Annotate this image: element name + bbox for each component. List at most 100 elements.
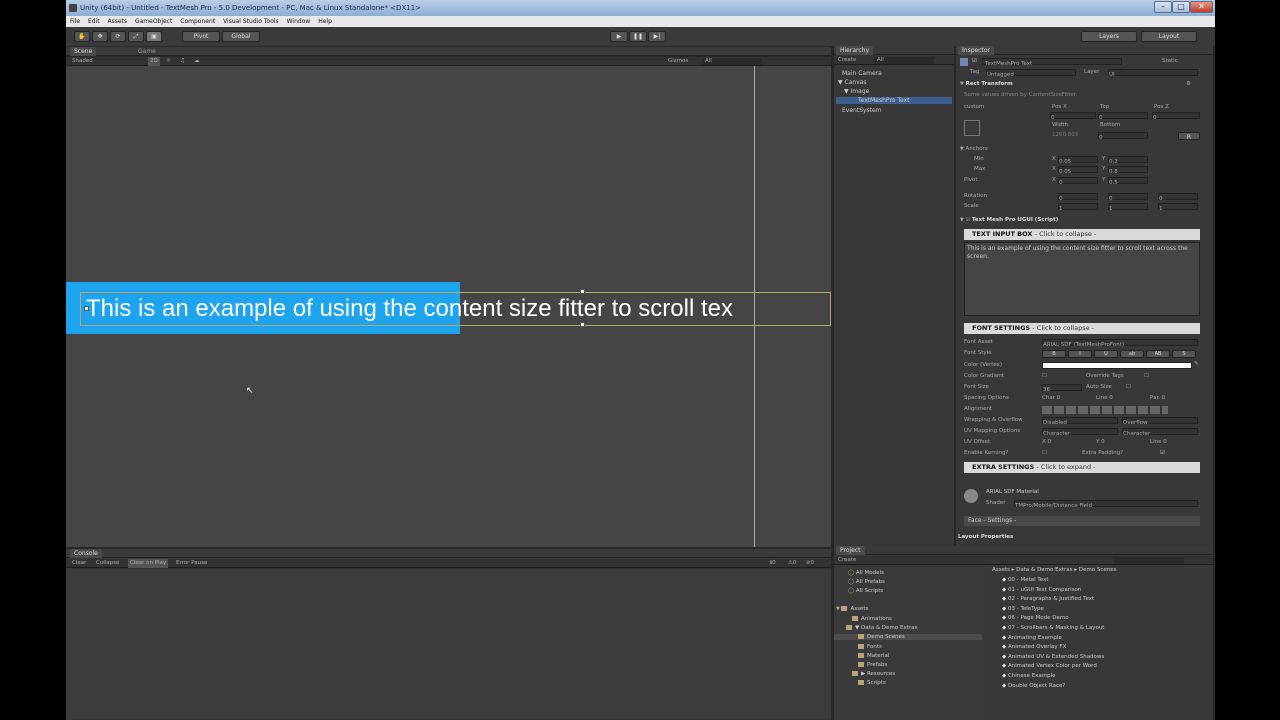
rect-transform-header[interactable]: ▼ Rect Transform bbox=[960, 81, 1013, 87]
hand-tool-icon[interactable]: ✋ bbox=[74, 31, 90, 42]
tab-game[interactable]: Game bbox=[134, 47, 160, 56]
italic-button[interactable]: I bbox=[1068, 350, 1092, 358]
uv-v-dropdown[interactable]: Character bbox=[1122, 428, 1198, 437]
scene-file[interactable]: ◆ 01 - uGUI Text Comparison bbox=[1002, 587, 1104, 597]
menu-component[interactable]: Component bbox=[180, 18, 215, 25]
layers-dropdown[interactable]: Layers bbox=[1081, 31, 1137, 42]
tree-item-selected[interactable]: Demo Scenes bbox=[834, 634, 982, 640]
hierarchy-item[interactable]: ▼ Canvas bbox=[838, 79, 867, 86]
rect-handle-bottom[interactable] bbox=[580, 322, 585, 327]
extra-settings-section[interactable]: EXTRA SETTINGS - Click to expand - bbox=[964, 462, 1200, 473]
scene-file[interactable]: ◆ Animated Vertex Color per Word bbox=[1002, 663, 1104, 673]
scene-file[interactable]: ◆ Animated UV & Extended Shadows bbox=[1002, 654, 1104, 664]
active-checkbox[interactable]: ☑ bbox=[972, 58, 977, 64]
scene-file[interactable]: ◆ 00 - Metal Text bbox=[1002, 577, 1104, 587]
tab-scene[interactable]: Scene bbox=[70, 47, 97, 56]
menu-vs-tools[interactable]: Visual Studio Tools bbox=[223, 18, 279, 25]
hierarchy-item[interactable]: ▼ Image bbox=[844, 88, 869, 95]
global-toggle[interactable]: Global bbox=[222, 31, 260, 42]
min-y-field[interactable]: 0.2 bbox=[1108, 156, 1148, 165]
layer-dropdown[interactable]: UI bbox=[1108, 69, 1198, 78]
layout-properties-header[interactable]: Layout Properties bbox=[958, 534, 1013, 540]
gradient-checkbox[interactable]: ☐ bbox=[1042, 373, 1047, 379]
bottom-field[interactable]: 0 bbox=[1098, 132, 1148, 141]
par-value[interactable]: 0 bbox=[1162, 395, 1166, 401]
console-log-area[interactable] bbox=[66, 569, 831, 719]
uv-offset-y[interactable]: 0 bbox=[1101, 439, 1105, 445]
hierarchy-create-dropdown[interactable]: Create bbox=[838, 56, 856, 65]
pause-button[interactable]: ❚❚ bbox=[629, 31, 647, 42]
rect-tool-icon[interactable]: ▣ bbox=[146, 31, 162, 42]
anchor-presets-button[interactable] bbox=[964, 120, 980, 136]
menu-gameobject[interactable]: GameObject bbox=[135, 18, 172, 25]
mode-2d-toggle[interactable]: 2D bbox=[148, 57, 160, 66]
component-settings-icon[interactable]: ⚙ bbox=[1186, 81, 1191, 87]
step-button[interactable]: ▶| bbox=[648, 31, 666, 42]
color-field[interactable] bbox=[1042, 362, 1192, 369]
pivot-toggle[interactable]: Pivot bbox=[182, 31, 220, 42]
hierarchy-item[interactable]: Main Camera bbox=[842, 70, 882, 77]
hierarchy-item-selected[interactable]: TextMeshPro Text bbox=[836, 97, 952, 104]
extra-padding-checkbox[interactable]: ☑ bbox=[1160, 450, 1165, 456]
menu-edit[interactable]: Edit bbox=[88, 18, 100, 25]
console-error-pause-button[interactable]: Error Pause bbox=[176, 559, 207, 568]
tree-item[interactable]: Scripts bbox=[858, 680, 886, 686]
kerning-checkbox[interactable]: ☐ bbox=[1042, 450, 1047, 456]
pos-x-field[interactable]: 0 bbox=[1050, 112, 1096, 121]
hierarchy-search-input[interactable]: All bbox=[874, 57, 934, 64]
console-info-icon[interactable]: ℹ0 bbox=[770, 559, 776, 568]
hierarchy-item[interactable]: EventSystem bbox=[842, 107, 882, 114]
shader-dropdown[interactable]: TMPro/Mobile/Distance Field bbox=[1014, 500, 1198, 509]
uppercase-button[interactable]: AB bbox=[1146, 350, 1170, 358]
scene-file[interactable]: ◆ Chinese Example bbox=[1002, 673, 1104, 683]
text-input-area[interactable]: This is an example of using the content … bbox=[964, 242, 1200, 316]
tmp-script-header[interactable]: ▼ ☑ Text Mesh Pro UGUI (Script) bbox=[960, 217, 1058, 223]
minimize-button[interactable]: – bbox=[1154, 1, 1172, 13]
scene-file[interactable]: ◆ 03 - TeleType bbox=[1002, 606, 1104, 616]
project-search-input[interactable] bbox=[1114, 557, 1184, 564]
lighting-icon[interactable]: ☼ bbox=[166, 57, 171, 66]
auto-size-checkbox[interactable]: ☐ bbox=[1126, 384, 1131, 390]
tree-item[interactable]: Fonts bbox=[858, 644, 882, 650]
text-input-section[interactable]: TEXT INPUT BOX - Click to collapse - bbox=[964, 229, 1200, 240]
tree-item[interactable]: Material bbox=[858, 653, 889, 659]
pos-z-field[interactable]: 0 bbox=[1152, 112, 1200, 121]
rotation-x-field[interactable]: 0 bbox=[1058, 193, 1098, 202]
underline-button[interactable]: U bbox=[1094, 350, 1118, 358]
pivot-y-field[interactable]: 0.5 bbox=[1108, 177, 1148, 186]
scene-file[interactable]: ◆ Animating Example bbox=[1002, 635, 1104, 645]
tree-item[interactable]: Prefabs bbox=[858, 662, 887, 668]
uv-h-dropdown[interactable]: Character bbox=[1042, 428, 1118, 437]
menu-help[interactable]: Help bbox=[318, 18, 332, 25]
font-settings-section[interactable]: FONT SETTINGS - Click to collapse - bbox=[964, 323, 1200, 334]
tab-hierarchy[interactable]: Hierarchy bbox=[836, 46, 874, 55]
project-create-dropdown[interactable]: Create bbox=[838, 556, 856, 565]
scene-file[interactable]: ◆ 06 - Page Mode Demo bbox=[1002, 615, 1104, 625]
line-value[interactable]: 0 bbox=[1109, 395, 1113, 401]
audio-icon[interactable]: ♫ bbox=[180, 57, 185, 66]
min-x-field[interactable]: 0.05 bbox=[1058, 156, 1098, 165]
uv-offset-x[interactable]: 0 bbox=[1048, 439, 1052, 445]
max-y-field[interactable]: 0.8 bbox=[1108, 166, 1148, 175]
console-collapse-button[interactable]: Collapse bbox=[96, 559, 119, 568]
smallcaps-button[interactable]: S bbox=[1172, 350, 1196, 358]
scale-z-field[interactable]: 1 bbox=[1158, 203, 1198, 212]
scene-file[interactable]: ◆ 07 - Scrollbars & Masking & Layout bbox=[1002, 625, 1104, 635]
face-settings-header[interactable]: Face - Settings - bbox=[964, 516, 1200, 526]
scale-y-field[interactable]: 1 bbox=[1108, 203, 1148, 212]
override-checkbox[interactable]: ☐ bbox=[1144, 373, 1149, 379]
tree-item[interactable]: ▶ Resources bbox=[852, 671, 895, 677]
favorite-item[interactable]: ◯ All Models bbox=[848, 570, 884, 576]
close-button[interactable]: ✕ bbox=[1190, 1, 1213, 13]
rotate-tool-icon[interactable]: ⟳ bbox=[110, 31, 126, 42]
wrapping-dropdown[interactable]: Disabled bbox=[1042, 417, 1118, 426]
char-value[interactable]: 0 bbox=[1057, 395, 1061, 401]
top-field[interactable]: 0 bbox=[1098, 112, 1148, 121]
menu-window[interactable]: Window bbox=[287, 18, 311, 25]
shading-dropdown[interactable]: Shaded bbox=[72, 57, 93, 66]
project-breadcrumb[interactable]: Assets ▸ Data & Demo Extras ▸ Demo Scene… bbox=[992, 567, 1117, 573]
console-error-icon[interactable]: ⊘0 bbox=[806, 559, 814, 568]
favorite-item[interactable]: ◯ All Scripts bbox=[848, 588, 883, 594]
scene-file[interactable]: ◆ Animated Overlay FX bbox=[1002, 644, 1104, 654]
anchors-foldout[interactable]: ▼ Anchors bbox=[960, 146, 988, 152]
